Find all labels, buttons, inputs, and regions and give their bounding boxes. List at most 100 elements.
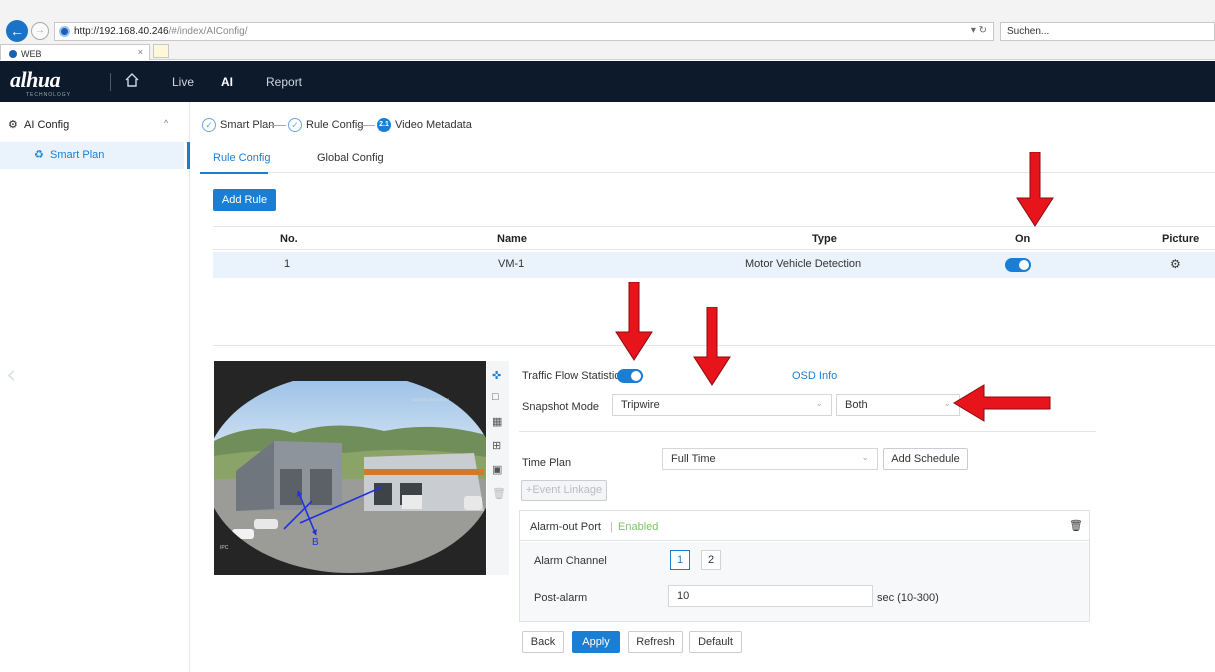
default-button[interactable]: Default <box>689 631 742 653</box>
red-arrow-down-icon <box>615 282 653 361</box>
table-header: No. Name Type On Picture <box>213 226 1215 250</box>
alarm-out-panel: Alarm-out Port | Enabled 🗑 Alarm Channel… <box>519 510 1090 622</box>
alarm-channel-1[interactable]: 1 <box>670 550 690 570</box>
cell-type: Motor Vehicle Detection <box>745 258 862 270</box>
apply-button[interactable]: Apply <box>572 631 620 653</box>
snapshot-target-value: Both <box>845 399 868 411</box>
forward-arrow-icon[interactable]: → <box>31 22 49 40</box>
sidebar-item-smart-plan[interactable]: ♻ Smart Plan <box>0 142 190 169</box>
url-host: http://192.168.40.246 <box>74 26 169 37</box>
draw-region-icon[interactable]: ▦ <box>492 415 502 428</box>
section-divider <box>519 431 1096 432</box>
check-icon: ✓ <box>288 118 302 132</box>
step-rule-config[interactable]: ✓ Rule Config <box>288 118 363 132</box>
video-preview[interactable]: 2020-08-20 13:34:17 IPC B <box>214 361 486 575</box>
min-size-icon[interactable]: ▣ <box>492 463 502 476</box>
target-filter-icon[interactable]: ⊞ <box>492 439 501 452</box>
event-linkage-button[interactable]: +Event Linkage <box>521 480 607 501</box>
gear-icon: ⚙ <box>8 119 18 131</box>
traffic-flow-toggle[interactable] <box>617 369 643 383</box>
step-connector <box>357 125 375 126</box>
tab-favicon-icon <box>9 49 17 58</box>
sidebar-group-ai-config[interactable]: ⚙ AI Config ^ <box>0 116 189 136</box>
chevron-down-icon: ⌄ <box>943 398 951 408</box>
app-header: alhua TECHNOLOGY Live AI Report <box>0 61 1215 102</box>
time-plan-value: Full Time <box>671 453 716 465</box>
time-plan-select[interactable]: Full Time ⌄ <box>662 448 878 470</box>
step-label: Rule Config <box>306 119 364 131</box>
step-video-metadata[interactable]: 2.1 Video Metadata <box>377 118 472 132</box>
add-schedule-button[interactable]: Add Schedule <box>883 448 968 470</box>
video-channel-label: IPC <box>220 545 229 551</box>
tab-global-config[interactable]: Global Config <box>317 152 384 164</box>
delete-icon[interactable]: 🗑 <box>492 487 506 500</box>
header-type: Type <box>812 233 837 245</box>
add-rule-button[interactable]: Add Rule <box>213 189 276 211</box>
alarm-out-label: Alarm-out Port <box>530 521 601 533</box>
settings-gear-icon[interactable]: ⚙ <box>1170 257 1181 271</box>
snapshot-mode-select[interactable]: Tripwire ⌄ <box>612 394 832 416</box>
snapshot-target-select[interactable]: Both ⌄ <box>836 394 960 416</box>
header-name: Name <box>497 233 527 245</box>
tripwire-label-b: B <box>312 537 319 548</box>
dahua-logo: alhua <box>10 67 61 92</box>
refresh-button[interactable]: Refresh <box>628 631 683 653</box>
menu-report[interactable]: Report <box>266 75 302 89</box>
logo-subtitle: TECHNOLOGY <box>26 92 72 98</box>
red-arrow-down-icon <box>1016 152 1054 227</box>
cell-name: VM-1 <box>498 258 525 270</box>
browser-chrome: ← → http://192.168.40.246/#/index/AIConf… <box>0 0 1215 60</box>
post-alarm-input[interactable]: 10 <box>668 585 873 607</box>
new-tab-button[interactable] <box>153 44 169 58</box>
video-timestamp: 2020-08-20 13:34:17 <box>412 397 450 402</box>
menu-ai[interactable]: AI <box>221 75 233 89</box>
browser-search-input[interactable]: Suchen... <box>1000 22 1215 41</box>
alarm-out-header: Alarm-out Port | Enabled 🗑 <box>520 511 1089 541</box>
post-alarm-label: Post-alarm <box>534 592 588 604</box>
time-plan-label: Time Plan <box>522 457 572 469</box>
chevron-down-icon: ⌄ <box>815 398 823 408</box>
back-button[interactable]: Back <box>522 631 564 653</box>
collapse-chevron-icon[interactable]: ‹ <box>6 360 16 390</box>
config-tabs: Rule Config Global Config <box>200 145 1215 173</box>
menu-live[interactable]: Live <box>172 75 194 89</box>
select-area-icon[interactable]: □ <box>492 391 499 403</box>
header-no: No. <box>280 233 298 245</box>
table-row[interactable]: 1 VM-1 Motor Vehicle Detection ⚙ <box>213 252 1215 278</box>
cell-no: 1 <box>284 258 291 270</box>
back-arrow-icon[interactable]: ← <box>6 20 28 42</box>
rule-enable-toggle[interactable] <box>1005 258 1031 272</box>
alarm-out-status: Enabled <box>618 521 659 533</box>
camera-scene-image: 2020-08-20 13:34:17 IPC B <box>214 361 486 575</box>
red-arrow-down-icon <box>693 307 731 386</box>
tab-close-icon[interactable]: × <box>138 47 143 57</box>
alarm-out-body: Alarm Channel 1 2 Post-alarm 10 sec (10-… <box>520 542 1089 621</box>
active-tab-underline <box>200 172 268 174</box>
active-indicator <box>187 142 190 169</box>
osd-info-link[interactable]: OSD Info <box>792 370 837 382</box>
tab-title: WEB <box>21 48 42 59</box>
post-alarm-unit: sec (10-300) <box>877 592 939 604</box>
header-on: On <box>1015 233 1031 245</box>
address-bar[interactable]: http://192.168.40.246/#/index/AIConfig/ … <box>54 22 994 41</box>
refresh-icon[interactable]: ▾ ↻ <box>971 25 987 36</box>
browser-tab[interactable]: WEB × <box>0 44 150 60</box>
sidebar: ⚙ AI Config ^ ♻ Smart Plan <box>0 102 190 672</box>
chevron-up-icon[interactable]: ^ <box>164 118 168 128</box>
header-picture: Picture <box>1162 233 1200 245</box>
step-smart-plan[interactable]: ✓ Smart Plan <box>202 118 274 132</box>
tab-rule-config[interactable]: Rule Config <box>213 152 270 164</box>
home-icon[interactable] <box>124 72 140 88</box>
site-icon <box>59 26 70 37</box>
alarm-channel-2[interactable]: 2 <box>701 550 721 570</box>
step-number-badge: 2.1 <box>377 118 391 132</box>
trash-icon[interactable]: 🗑 <box>1069 519 1083 532</box>
separator: | <box>610 521 613 533</box>
step-label: Video Metadata <box>395 119 472 131</box>
move-icon[interactable]: ✜ <box>492 369 501 382</box>
check-icon: ✓ <box>202 118 216 132</box>
step-connector <box>266 125 286 126</box>
red-arrow-left-icon <box>953 384 1051 422</box>
traffic-flow-label: Traffic Flow Statistics <box>522 370 626 382</box>
video-draw-toolbar: ✜ □ ▦ ⊞ ▣ 🗑 <box>487 361 509 575</box>
